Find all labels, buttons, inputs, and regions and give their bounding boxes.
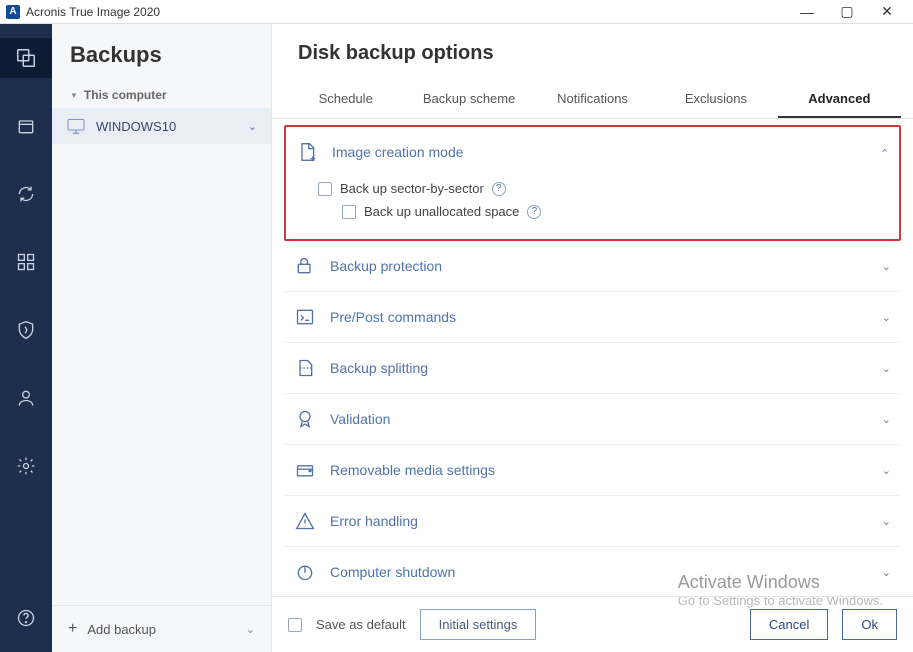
section-backup-protection: Backup protection ⌄ (284, 241, 901, 292)
rail-settings[interactable] (0, 446, 52, 486)
chevron-down-icon: ⌄ (246, 623, 255, 636)
section-label: Removable media settings (330, 462, 495, 478)
section-head-shutdown[interactable]: Computer shutdown ⌄ (284, 547, 901, 596)
tab-exclusions[interactable]: Exclusions (654, 81, 777, 118)
section-label: Pre/Post commands (330, 309, 456, 325)
app-icon: A (6, 5, 20, 19)
window-titlebar: A Acronis True Image 2020 — ▢ ✕ (0, 0, 913, 24)
section-label: Computer shutdown (330, 564, 455, 580)
rail-help[interactable] (0, 598, 52, 638)
document-plus-icon (296, 141, 318, 163)
section-image-creation-mode: Image creation mode ⌄ Back up sector-by-… (284, 125, 901, 241)
section-head-backup-protection[interactable]: Backup protection ⌄ (284, 241, 901, 291)
save-default-label: Save as default (316, 617, 406, 632)
add-backup-label: Add backup (87, 622, 156, 637)
nav-rail (0, 24, 52, 652)
section-label: Validation (330, 411, 390, 427)
help-icon[interactable]: ? (492, 182, 506, 196)
rail-sync[interactable] (0, 174, 52, 214)
rail-backups[interactable] (0, 38, 52, 78)
add-backup-button[interactable]: + Add backup ⌄ (52, 605, 271, 652)
power-icon (294, 561, 316, 583)
sidebar-title: Backups (52, 24, 271, 82)
terminal-icon (294, 306, 316, 328)
tree-head-label: This computer (84, 88, 167, 102)
check-label: Back up sector-by-sector (340, 181, 484, 196)
section-head-removable[interactable]: Removable media settings ⌄ (284, 445, 901, 495)
section-pre-post-commands: Pre/Post commands ⌄ (284, 292, 901, 343)
sidebar: Backups ▼ This computer WINDOWS10 ⌄ + Ad… (52, 24, 272, 652)
section-label: Error handling (330, 513, 418, 529)
rail-protection[interactable] (0, 310, 52, 350)
tree-item-windows10[interactable]: WINDOWS10 ⌄ (52, 108, 271, 144)
warning-icon (294, 510, 316, 532)
plus-icon: + (68, 620, 77, 638)
chevron-down-icon: ⌄ (882, 464, 891, 477)
rail-apps[interactable] (0, 242, 52, 282)
tab-advanced[interactable]: Advanced (778, 81, 901, 118)
rail-archive[interactable] (0, 106, 52, 146)
section-head-validation[interactable]: Validation ⌄ (284, 394, 901, 444)
tree-item-label: WINDOWS10 (96, 119, 176, 134)
rail-account[interactable] (0, 378, 52, 418)
section-head-pre-post[interactable]: Pre/Post commands ⌄ (284, 292, 901, 342)
cancel-button[interactable]: Cancel (750, 609, 828, 640)
section-label: Backup protection (330, 258, 442, 274)
checkbox-sector-by-sector[interactable] (318, 182, 332, 196)
tree-head-this-computer[interactable]: ▼ This computer (52, 82, 271, 108)
check-row-unallocated: Back up unallocated space ? (318, 200, 889, 223)
check-label: Back up unallocated space (364, 204, 519, 219)
lock-icon (294, 255, 316, 277)
chevron-down-icon: ⌄ (882, 311, 891, 324)
section-label: Image creation mode (332, 144, 464, 160)
drive-icon (294, 459, 316, 481)
ok-button[interactable]: Ok (842, 609, 897, 640)
section-error-handling: Error handling ⌄ (284, 496, 901, 547)
options-footer: Save as default Initial settings Cancel … (272, 596, 913, 652)
tab-backup-scheme[interactable]: Backup scheme (407, 81, 530, 118)
checkbox-save-default[interactable] (288, 618, 302, 632)
section-head-error[interactable]: Error handling ⌄ (284, 496, 901, 546)
check-row-sector-by-sector: Back up sector-by-sector ? (318, 177, 889, 200)
initial-settings-button[interactable]: Initial settings (420, 609, 537, 640)
split-icon (294, 357, 316, 379)
page-title: Disk backup options (272, 24, 913, 81)
minimize-button[interactable]: — (787, 4, 827, 20)
tab-schedule[interactable]: Schedule (284, 81, 407, 118)
chevron-down-icon: ⌄ (882, 260, 891, 273)
section-label: Backup splitting (330, 360, 428, 376)
help-icon[interactable]: ? (527, 205, 541, 219)
section-computer-shutdown: Computer shutdown ⌄ (284, 547, 901, 596)
chevron-down-icon: ⌄ (882, 362, 891, 375)
chevron-down-icon: ⌄ (248, 120, 257, 133)
content: Disk backup options Schedule Backup sche… (272, 24, 913, 652)
chevron-down-icon: ⌄ (882, 515, 891, 528)
section-head-image-creation[interactable]: Image creation mode ⌄ (286, 127, 899, 177)
maximize-button[interactable]: ▢ (827, 3, 867, 20)
checkbox-unallocated-space[interactable] (342, 205, 356, 219)
section-head-splitting[interactable]: Backup splitting ⌄ (284, 343, 901, 393)
options-tabs: Schedule Backup scheme Notifications Exc… (272, 81, 913, 119)
app-title: Acronis True Image 2020 (26, 5, 160, 19)
monitor-icon (66, 118, 86, 134)
ribbon-icon (294, 408, 316, 430)
collapse-icon: ▼ (70, 91, 78, 100)
close-button[interactable]: ✕ (867, 3, 907, 20)
section-validation: Validation ⌄ (284, 394, 901, 445)
section-backup-splitting: Backup splitting ⌄ (284, 343, 901, 394)
chevron-up-icon: ⌄ (880, 146, 889, 159)
chevron-down-icon: ⌄ (882, 566, 891, 579)
advanced-sections: Image creation mode ⌄ Back up sector-by-… (272, 119, 913, 596)
tab-notifications[interactable]: Notifications (531, 81, 654, 118)
section-removable-media: Removable media settings ⌄ (284, 445, 901, 496)
chevron-down-icon: ⌄ (882, 413, 891, 426)
